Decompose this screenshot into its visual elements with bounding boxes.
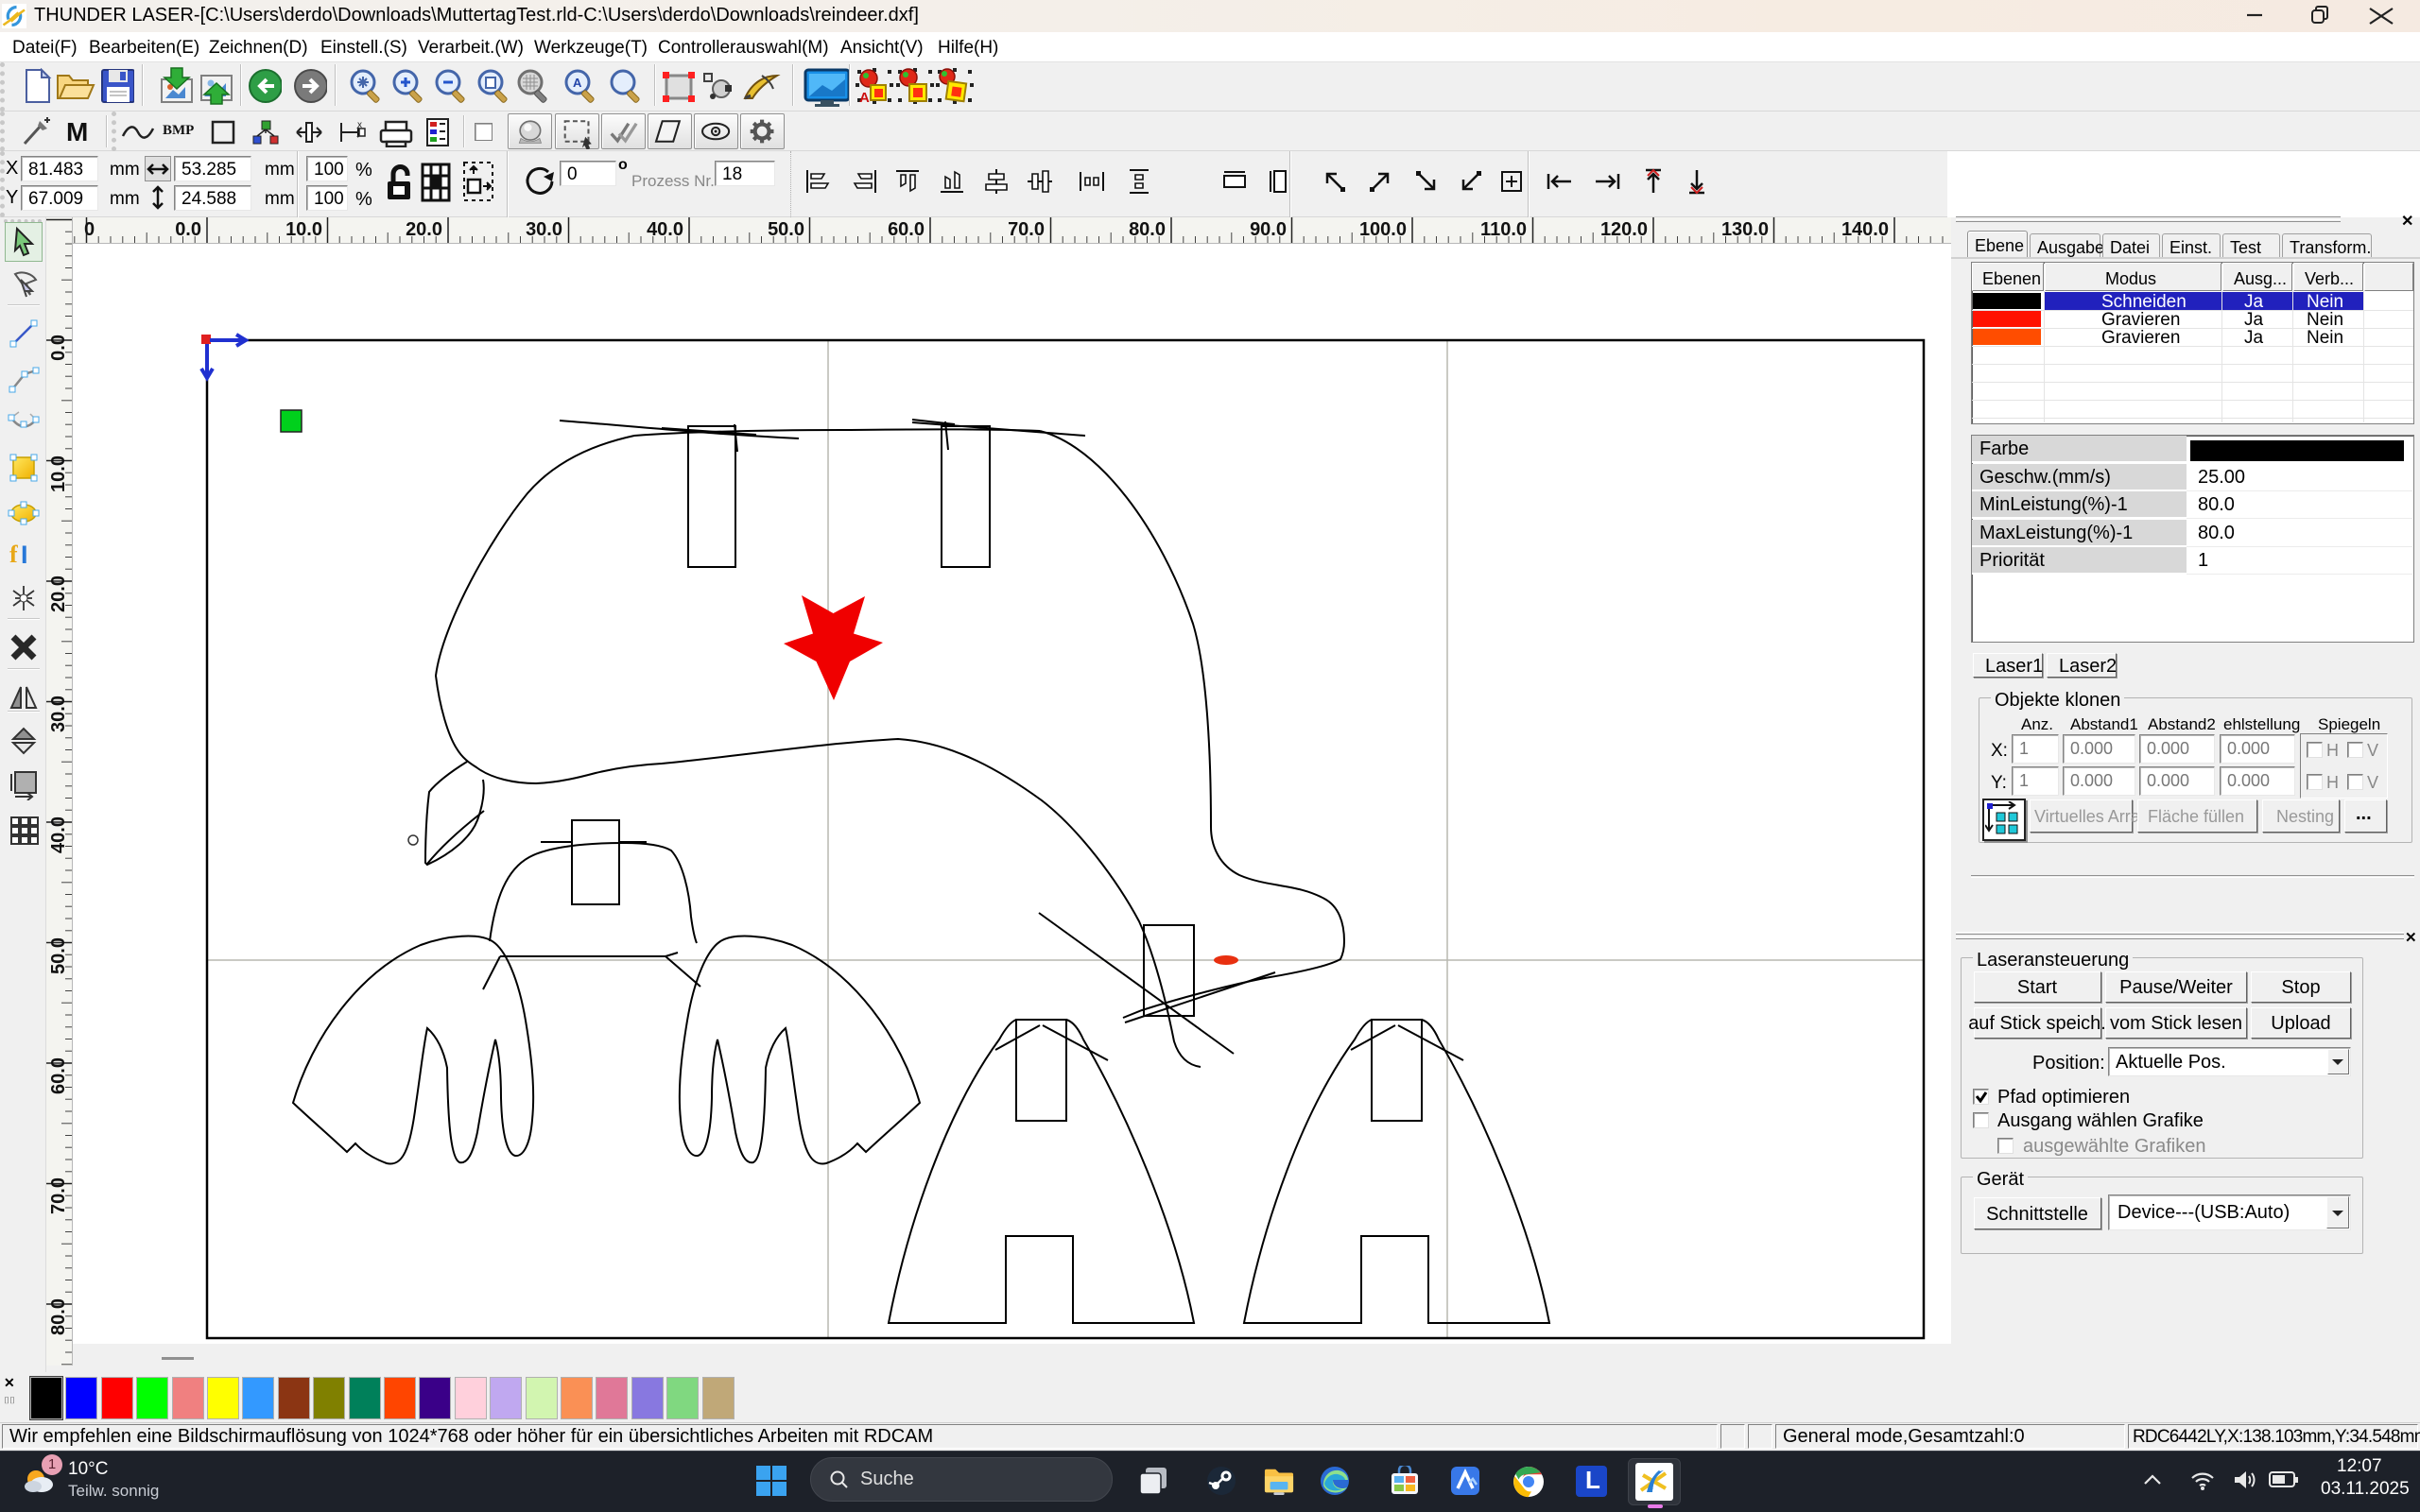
svg-text:60.0: 60.0 [888,219,925,240]
svg-text:A: A [573,76,582,90]
svg-text:140.0: 140.0 [1841,219,1889,240]
svg-text:90.0: 90.0 [1250,219,1287,240]
svg-text:50.0: 50.0 [768,219,804,240]
svg-text:120.0: 120.0 [1600,219,1648,240]
svg-text:0.0: 0.0 [48,335,69,361]
svg-text:80.0: 80.0 [1129,219,1166,240]
svg-text:30.0: 30.0 [526,219,562,240]
svg-text:70.0: 70.0 [1008,219,1045,240]
svg-text:0: 0 [84,219,95,240]
svg-text:I: I [21,541,28,569]
svg-text:70.0: 70.0 [48,1177,69,1214]
svg-text:A: A [859,90,870,106]
svg-text:110.0: 110.0 [1480,219,1527,240]
svg-text:10.0: 10.0 [48,455,69,492]
svg-text:80.0: 80.0 [48,1298,69,1335]
svg-text:40.0: 40.0 [48,816,69,853]
svg-text:30.0: 30.0 [48,696,69,732]
svg-text:20.0: 20.0 [406,219,442,240]
svg-text:10.0: 10.0 [285,219,322,240]
svg-text:130.0: 130.0 [1721,219,1769,240]
svg-text:f: f [9,541,18,568]
svg-text:60.0: 60.0 [48,1057,69,1094]
svg-text:20.0: 20.0 [48,576,69,612]
svg-text:40.0: 40.0 [647,219,683,240]
svg-text:100.0: 100.0 [1359,219,1407,240]
svg-text:50.0: 50.0 [48,937,69,974]
svg-text:0.0: 0.0 [175,219,201,240]
